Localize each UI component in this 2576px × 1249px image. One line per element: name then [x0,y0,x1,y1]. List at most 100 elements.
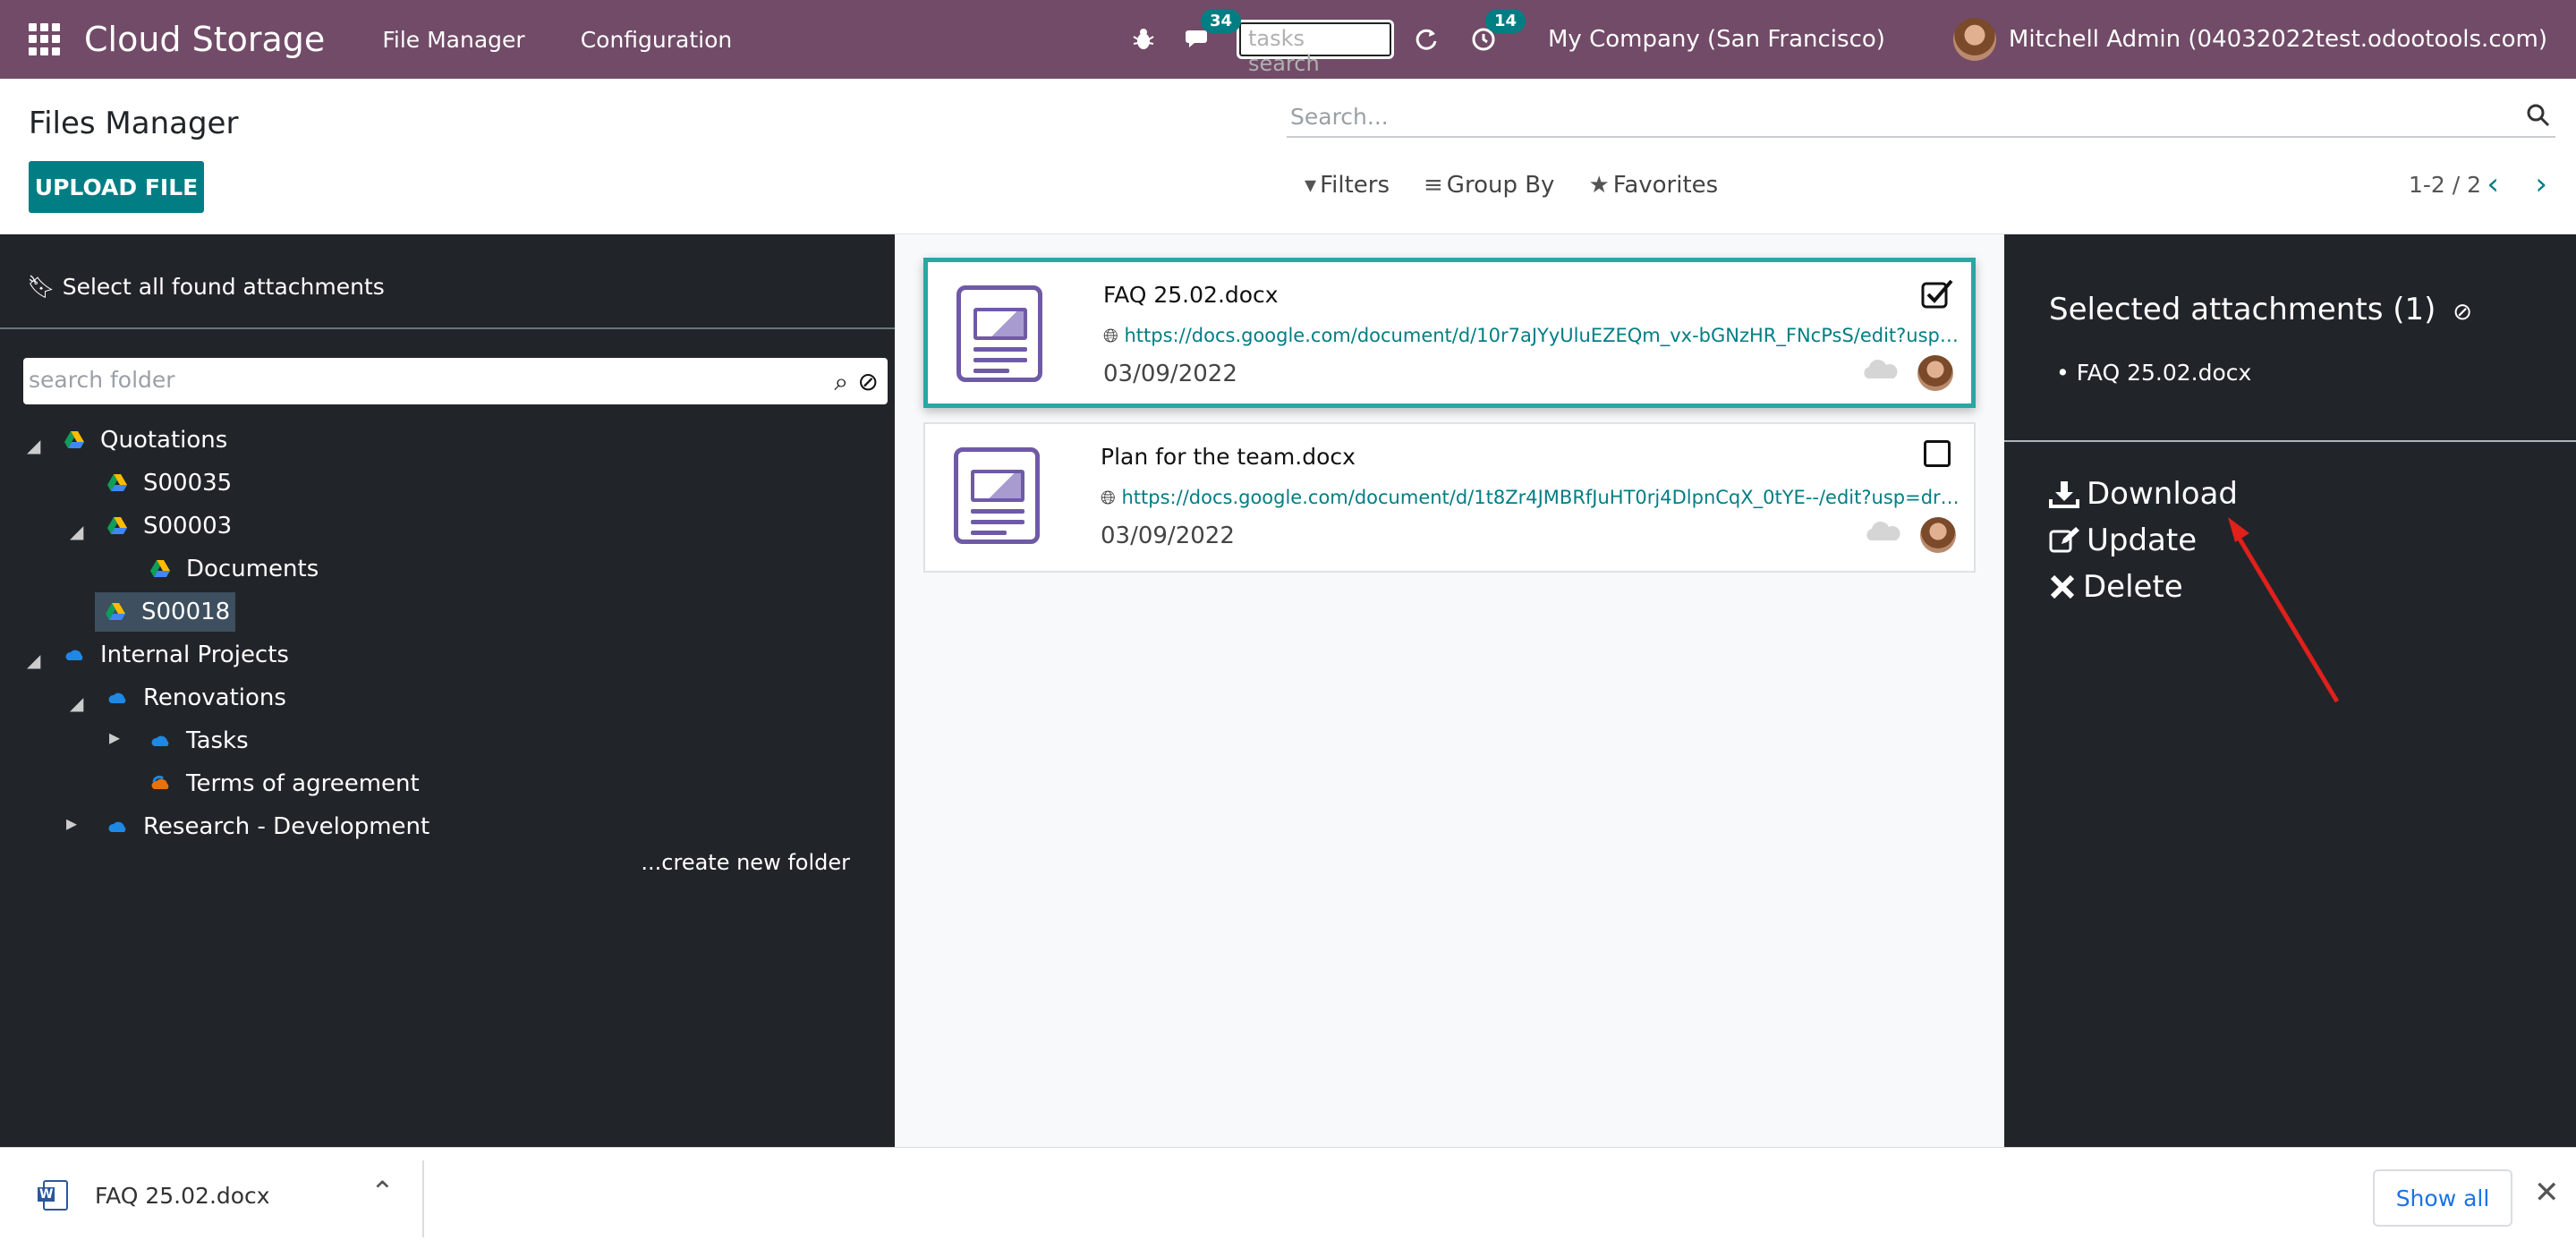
browser-download-bar: FAQ 25.02.docx ⌃ Show all ✕ [0,1147,2576,1249]
delete-action[interactable]: Delete [2049,569,2183,605]
favorites-button[interactable]: ★ Favorites [1588,172,1718,199]
close-icon[interactable]: ✕ [2534,1175,2560,1211]
attachment-date: 03/09/2022 [1101,523,1235,549]
attachment-checkbox[interactable] [1924,440,1951,467]
bug-icon[interactable] [1126,21,1161,57]
select-all-label: Select all found attachments [62,274,385,300]
filters-button[interactable]: ▾ Filters [1305,172,1390,199]
control-panel: Files Manager UPLOAD FILE Search... ▾ Fil… [0,79,2576,234]
chevron-up-icon[interactable]: ⌃ [370,1175,395,1209]
google-drive-icon [106,603,125,620]
filters-label: Filters [1320,172,1390,199]
messages-badge: 34 [1200,9,1242,33]
activity-clock-icon[interactable]: 14 [1466,9,1526,57]
select-all-link[interactable]: 🔖︎ Select all found attachments [27,274,385,301]
document-icon [956,285,1042,382]
attachment-url-text: https://docs.google.com/document/d/1t8Zr… [1121,487,1960,508]
collapsed-caret-icon[interactable]: ▸ [66,811,77,836]
folder-node[interactable]: S00035 [107,463,232,503]
pager-next-icon[interactable]: › [2535,166,2547,202]
globe-icon: 🌐︎ [1103,325,1118,346]
folder-node[interactable]: Documents [150,549,319,589]
folder-label: Research - Development [143,813,430,840]
check-square-icon [1921,279,1953,309]
collapsed-caret-icon[interactable]: ▸ [109,725,120,750]
attachment-name[interactable]: FAQ 25.02.docx [1103,282,1279,308]
divider [2004,440,2576,442]
expanded-caret-icon[interactable]: ◢ [27,650,40,671]
folder-label: Documents [186,556,319,582]
menu-configuration[interactable]: Configuration [581,27,733,53]
filter-bar: ▾ Filters ≡ Group By ★ Favorites [1305,172,1718,199]
show-all-button[interactable]: Show all [2373,1169,2512,1227]
company-switcher[interactable]: My Company (San Francisco) [1548,26,1885,53]
search-icon[interactable] [2525,102,2552,129]
attachment-card[interactable]: Plan for the team.docx 🌐︎ https://docs.g… [923,422,1976,573]
group-by-button[interactable]: ≡ Group By [1424,172,1554,199]
download-action[interactable]: Download [2049,476,2238,512]
search-placeholder: Search... [1290,104,1389,130]
expanded-caret-icon[interactable]: ◢ [27,435,40,456]
create-folder-link[interactable]: ...create new folder [641,850,850,875]
google-drive-icon [107,517,127,534]
user-avatar[interactable] [1952,18,1996,61]
folder-node-selected[interactable]: S00018 [95,592,236,632]
sharepoint-icon [151,775,169,789]
search-input[interactable]: Search... [1287,98,2555,138]
selected-item: • FAQ 25.02.docx [2056,360,2252,386]
divider [422,1160,424,1237]
clear-selection-icon[interactable]: ⊘ [2453,299,2472,326]
folder-node[interactable]: S00003 [107,506,232,546]
globe-icon: 🌐︎ [1101,487,1116,508]
pager-prev-icon[interactable]: ‹ [2487,166,2499,202]
upload-file-button[interactable]: UPLOAD FILE [29,161,204,213]
folder-node[interactable]: Tasks [150,721,249,760]
word-document-icon [38,1180,68,1211]
downloaded-file-name: FAQ 25.02.docx [95,1182,270,1209]
google-drive-icon [150,560,170,577]
folder-label: S00003 [143,513,233,540]
folder-node[interactable]: Research - Development [107,807,429,846]
folder-label: Internal Projects [100,641,289,668]
attachment-url[interactable]: 🌐︎ https://docs.google.com/document/d/1t… [1101,487,1960,509]
download-icon [2049,481,2079,508]
attachment-url[interactable]: 🌐︎ https://docs.google.com/document/d/10… [1103,325,1962,347]
annotation-arrow-icon [2228,517,2340,703]
messages-icon[interactable]: 34 [1181,9,1242,57]
selected-item-label: FAQ 25.02.docx [2076,360,2252,386]
user-menu[interactable]: Mitchell Admin (04032022test.odootools.c… [2009,26,2547,53]
app-title[interactable]: Cloud Storage [84,20,325,59]
update-action[interactable]: Update [2049,523,2197,558]
folder-node[interactable]: Terms of agreement [150,764,420,803]
folder-node[interactable]: Quotations [64,421,227,460]
selected-title-text: Selected attachments (1) [2049,292,2436,327]
onedrive-icon [108,692,126,703]
expanded-caret-icon[interactable]: ◢ [70,521,83,542]
attachment-card[interactable]: FAQ 25.02.docx 🌐︎ https://docs.google.co… [923,258,1976,408]
refresh-icon[interactable] [1408,21,1444,57]
selected-attachments-title: Selected attachments (1) ⊘ [2049,292,2472,327]
pager-value[interactable]: 1-2 / 2 [2409,172,2481,198]
expanded-caret-icon[interactable]: ◢ [70,692,83,714]
folder-node[interactable]: Renovations [107,678,286,718]
page-title: Files Manager [29,106,239,141]
clear-icon[interactable]: ⊘ [858,367,879,396]
group-by-label: Group By [1446,172,1555,199]
onedrive-icon [108,821,126,832]
apps-menu-icon[interactable] [29,23,61,55]
folder-node[interactable]: Internal Projects [64,635,289,675]
downloaded-file-item[interactable]: FAQ 25.02.docx [38,1180,270,1211]
folder-label: S00035 [143,470,233,497]
search-icon[interactable]: ⌕ [834,367,848,397]
owner-avatar [1917,355,1953,391]
attachment-checkbox-checked[interactable] [1921,278,1953,309]
attachment-name[interactable]: Plan for the team.docx [1101,444,1356,470]
folder-search-placeholder: search folder [29,367,175,393]
menu-file-manager[interactable]: File Manager [382,27,524,53]
folder-label: Terms of agreement [186,770,420,797]
edit-icon [2049,527,2079,553]
attachment-url-text: https://docs.google.com/document/d/10r7a… [1124,325,1963,346]
list-icon: ≡ [1424,172,1443,199]
folder-search-input[interactable]: search folder ⌕ ⊘ [23,358,888,404]
tasks-search-input[interactable]: tasks search [1236,20,1394,76]
